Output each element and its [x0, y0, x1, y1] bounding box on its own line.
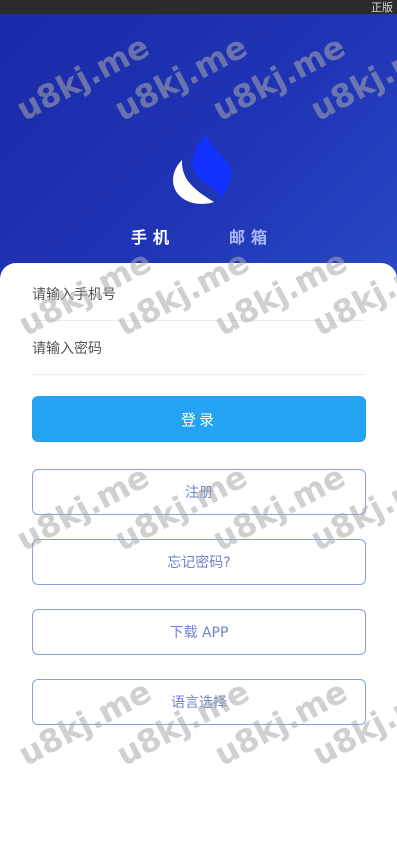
status-bar: 正版	[0, 0, 397, 14]
tab-email[interactable]: 邮箱	[229, 224, 273, 248]
password-field	[32, 323, 366, 375]
phone-field	[32, 269, 366, 321]
header-banner: 手机 邮箱	[0, 14, 397, 304]
download-app-button[interactable]: 下载 APP	[32, 609, 366, 655]
status-bar-label: 正版	[371, 1, 393, 14]
login-button[interactable]: 登录	[32, 396, 366, 442]
forgot-password-button[interactable]: 忘记密码?	[32, 539, 366, 585]
login-tabs: 手机 邮箱	[0, 224, 397, 248]
tab-phone[interactable]: 手机	[131, 224, 175, 248]
password-input[interactable]	[32, 323, 366, 374]
phone-input[interactable]	[32, 269, 366, 320]
language-select-button[interactable]: 语言选择	[32, 679, 366, 725]
login-card: 登录 注册 忘记密码? 下载 APP 语言选择	[0, 263, 397, 865]
register-button[interactable]: 注册	[32, 469, 366, 515]
flame-drop-logo-icon	[173, 134, 232, 204]
